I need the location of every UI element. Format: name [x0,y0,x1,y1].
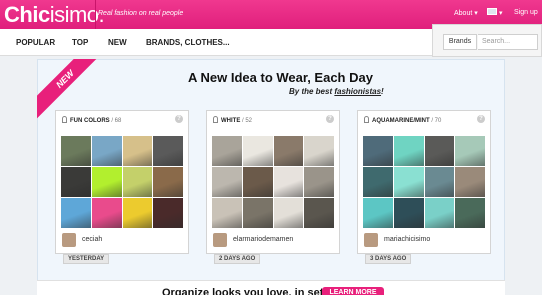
look-thumbnail[interactable] [393,167,424,197]
look-thumbnail[interactable] [424,136,455,166]
look-thumbnail[interactable] [304,136,334,166]
learn-more-button[interactable]: LEARN MORE [322,287,384,295]
about-label: About [454,10,473,17]
subhead-prefix: By the best [289,87,335,96]
look-thumbnail[interactable] [455,167,485,197]
avatar[interactable] [62,233,76,247]
time-badge: 2 DAYS AGO [214,254,261,264]
card-title[interactable]: WHITE [221,118,240,124]
look-thumbnail[interactable] [242,198,273,228]
nav-item-brands-clothes[interactable]: BRANDS, CLOTHES... [146,38,230,47]
look-thumbnail[interactable] [455,136,485,166]
look-thumbnail[interactable] [91,167,122,197]
look-thumbnail[interactable] [212,167,242,197]
card-count: / 70 [431,118,442,124]
look-thumbnail[interactable] [122,167,153,197]
help-icon[interactable]: ? [175,115,183,123]
author-name[interactable]: mariachicisimo [384,236,430,243]
logo-divider [95,0,96,29]
nav-item-new[interactable]: NEW [108,38,127,47]
look-thumbnail[interactable] [153,167,183,197]
look-thumbnail[interactable] [363,136,393,166]
pin-icon [62,116,67,123]
card-header: AQUAMARINE/MINT / 70 [364,116,441,124]
subhead-suffix: ! [381,87,384,96]
avatar[interactable] [213,233,227,247]
look-thumbnail[interactable] [273,136,304,166]
search-input[interactable]: Search... [478,34,538,50]
look-thumbnail[interactable] [363,198,393,228]
page-title: A New Idea to Wear, Each Day [188,70,373,85]
chevron-down-icon[interactable]: ▾ [499,9,503,17]
look-thumbnail[interactable] [61,136,91,166]
look-thumbnail[interactable] [273,198,304,228]
author-name[interactable]: elarmariodemamen [233,236,293,243]
bottom-promo-text: Organize looks you love, in sets! [162,287,334,295]
look-thumbnail[interactable] [393,198,424,228]
subhead-emphasis: fashionistas [334,87,382,96]
look-thumbnail[interactable] [304,167,334,197]
card-header: FUN COLORS / 68 [62,116,121,124]
look-thumbnail[interactable] [455,198,485,228]
look-thumbnail[interactable] [122,136,153,166]
look-thumbnail[interactable] [363,167,393,197]
about-menu[interactable]: About ▾ [454,9,478,17]
set-card[interactable]: WHITE / 52 ? elarmariodemamen [206,110,340,254]
look-thumbnail[interactable] [242,136,273,166]
look-thumbnail[interactable] [61,167,91,197]
time-badge: 3 DAYS AGO [365,254,412,264]
logo-bold: Chic [4,2,50,27]
pin-icon [364,116,369,123]
set-card[interactable]: FUN COLORS / 68 ? ceciah [55,110,189,254]
look-thumbnail[interactable] [212,136,242,166]
tagline: Real fashion on real people [98,10,184,17]
uk-flag-icon[interactable] [487,8,497,15]
look-grid [61,136,183,228]
pin-icon [213,116,218,123]
subheadline: By the best fashionistas! [289,87,384,96]
look-thumbnail[interactable] [273,167,304,197]
look-thumbnail[interactable] [91,198,122,228]
look-thumbnail[interactable] [61,198,91,228]
help-icon[interactable]: ? [326,115,334,123]
look-thumbnail[interactable] [153,198,183,228]
signup-link[interactable]: Sign up [514,9,538,16]
help-icon[interactable]: ? [477,115,485,123]
nav-item-top[interactable]: TOP [72,38,88,47]
look-thumbnail[interactable] [242,167,273,197]
look-grid [363,136,485,228]
card-count: / 52 [242,118,253,124]
look-thumbnail[interactable] [393,136,424,166]
avatar[interactable] [364,233,378,247]
look-thumbnail[interactable] [91,136,122,166]
brands-button[interactable]: Brands [443,34,477,50]
search-box: Brands Search... [432,24,542,57]
logo[interactable]: Chicisimo. [4,2,105,28]
card-count: / 68 [111,118,122,124]
look-thumbnail[interactable] [212,198,242,228]
card-title[interactable]: FUN COLORS [70,118,110,124]
look-thumbnail[interactable] [122,198,153,228]
look-thumbnail[interactable] [424,167,455,197]
time-badge: YESTERDAY [63,254,110,264]
look-grid [212,136,334,228]
card-header: WHITE / 52 [213,116,252,124]
card-title[interactable]: AQUAMARINE/MINT [372,118,430,124]
look-thumbnail[interactable] [153,136,183,166]
author-name[interactable]: ceciah [82,236,102,243]
set-card[interactable]: AQUAMARINE/MINT / 70 ? mariachicisimo [357,110,491,254]
look-thumbnail[interactable] [304,198,334,228]
nav-item-popular[interactable]: POPULAR [16,38,55,47]
look-thumbnail[interactable] [424,198,455,228]
